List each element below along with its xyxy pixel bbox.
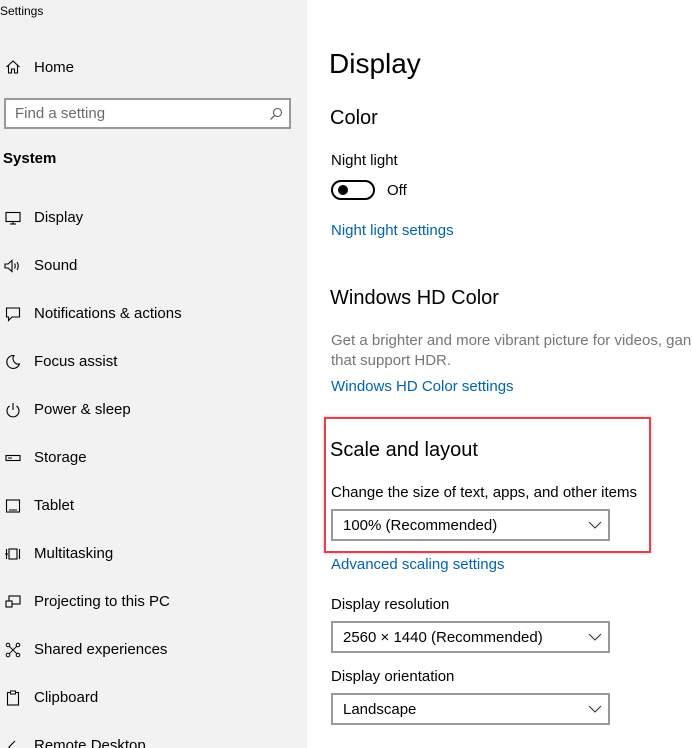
hd-color-description-line2: that support HDR. <box>331 352 452 369</box>
sidebar-nav: Display Sound Notifications & actions Fo… <box>0 208 307 748</box>
multitasking-icon <box>0 544 26 564</box>
hd-color-heading: Windows HD Color <box>330 287 499 309</box>
sidebar-item-notifications[interactable]: Notifications & actions <box>0 304 307 352</box>
sidebar-item-label: Shared experiences <box>34 641 168 658</box>
sidebar-item-clipboard[interactable]: Clipboard <box>0 688 307 736</box>
sidebar-item-label: Remote Desktop <box>34 737 146 748</box>
resolution-value: 2560 × 1440 (Recommended) <box>343 628 543 646</box>
tablet-icon <box>0 496 26 516</box>
sidebar-item-label: Focus assist <box>34 353 118 370</box>
message-icon <box>0 304 26 324</box>
speaker-icon <box>0 256 26 276</box>
sidebar-item-remote-desktop[interactable]: Remote Desktop <box>0 736 307 748</box>
clipboard-icon <box>0 688 26 708</box>
chevron-down-icon <box>582 633 608 641</box>
monitor-icon <box>0 208 26 228</box>
night-light-state: Off <box>387 182 407 199</box>
scale-label: Change the size of text, apps, and other… <box>331 484 638 501</box>
chevron-down-icon <box>582 521 608 529</box>
scale-dropdown[interactable]: 100% (Recommended) <box>331 509 610 541</box>
search-icon[interactable] <box>263 107 289 121</box>
sidebar-item-display[interactable]: Display <box>0 208 307 256</box>
window-title: Settings <box>0 4 44 18</box>
scale-layout-heading: Scale and layout <box>330 439 478 461</box>
sidebar-item-projecting[interactable]: Projecting to this PC <box>0 592 307 640</box>
sidebar-item-power-sleep[interactable]: Power & sleep <box>0 400 307 448</box>
moon-icon <box>0 352 26 372</box>
orientation-value: Landscape <box>343 700 417 718</box>
sidebar: Settings Home System Display Sound <box>0 0 307 748</box>
chevron-down-icon <box>582 705 608 713</box>
shared-icon <box>0 640 26 660</box>
scale-value: 100% (Recommended) <box>343 516 498 534</box>
hd-color-settings-link[interactable]: Windows HD Color settings <box>331 378 514 395</box>
sidebar-section-heading: System <box>3 150 57 167</box>
orientation-dropdown[interactable]: Landscape <box>331 693 610 725</box>
sidebar-item-label: Tablet <box>34 497 75 514</box>
sidebar-item-tablet[interactable]: Tablet <box>0 496 307 544</box>
sidebar-item-label: Multitasking <box>34 545 114 562</box>
sidebar-item-label: Clipboard <box>34 689 99 706</box>
sidebar-item-shared-experiences[interactable]: Shared experiences <box>0 640 307 688</box>
sidebar-item-label: Power & sleep <box>34 401 131 418</box>
storage-icon <box>0 448 26 468</box>
night-light-label: Night light <box>331 152 398 169</box>
sidebar-home-label: Home <box>34 58 75 76</box>
home-icon <box>0 59 26 75</box>
toggle-knob <box>338 185 348 195</box>
main-content: Display Color Night light Off Night ligh… <box>307 0 692 748</box>
page-title: Display <box>329 48 421 79</box>
search-box[interactable] <box>4 98 291 129</box>
projecting-icon <box>0 592 26 612</box>
advanced-scaling-link[interactable]: Advanced scaling settings <box>331 556 504 573</box>
sidebar-item-label: Projecting to this PC <box>34 593 170 610</box>
sidebar-item-focus-assist[interactable]: Focus assist <box>0 352 307 400</box>
night-light-settings-link[interactable]: Night light settings <box>331 222 454 239</box>
orientation-label: Display orientation <box>331 668 455 685</box>
night-light-toggle[interactable] <box>331 180 375 200</box>
sidebar-home[interactable]: Home <box>0 56 74 78</box>
hd-color-description-line1: Get a brighter and more vibrant picture … <box>331 332 692 349</box>
sidebar-item-sound[interactable]: Sound <box>0 256 307 304</box>
sidebar-item-label: Sound <box>34 257 78 274</box>
sidebar-item-label: Display <box>34 209 84 226</box>
sidebar-item-label: Notifications & actions <box>34 305 182 322</box>
sidebar-item-multitasking[interactable]: Multitasking <box>0 544 307 592</box>
sidebar-item-storage[interactable]: Storage <box>0 448 307 496</box>
search-input[interactable] <box>15 105 263 122</box>
sidebar-item-label: Storage <box>34 449 87 466</box>
color-heading: Color <box>330 107 378 129</box>
resolution-dropdown[interactable]: 2560 × 1440 (Recommended) <box>331 621 610 653</box>
remote-icon <box>0 736 26 748</box>
resolution-label: Display resolution <box>331 596 450 613</box>
power-icon <box>0 400 26 420</box>
